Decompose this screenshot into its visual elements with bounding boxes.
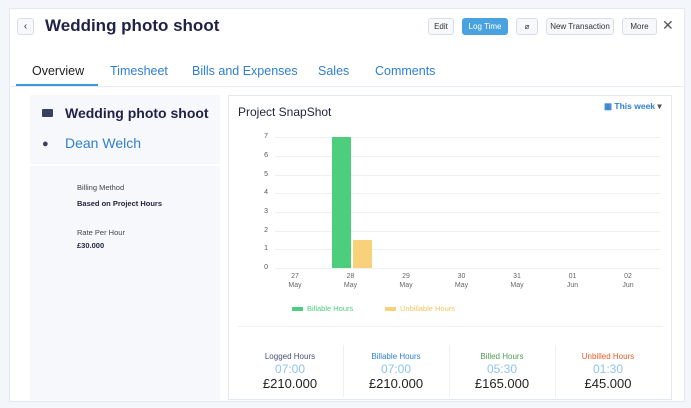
x-tick-month: Jun <box>566 282 579 289</box>
gridline <box>275 268 660 269</box>
x-tick-day: 02 <box>624 273 632 280</box>
stat-amount: £210.000 <box>262 376 318 391</box>
rate-value: £30.000 <box>77 241 105 250</box>
stat-billable-hours: Billable Hours 07:00 £210.000 <box>344 352 448 391</box>
calendar-icon: ▦ <box>604 101 615 111</box>
stat-unbilled-hours: Unbilled Hours 01:30 £45.000 <box>556 352 660 391</box>
stat-amount: £165.000 <box>474 376 530 391</box>
attachment-button[interactable]: ⌀ <box>516 18 538 35</box>
y-tick-label: 2 <box>264 226 268 234</box>
period-selector[interactable]: ▦ This week ▾ <box>604 101 662 112</box>
stat-logged-hours: Logged Hours 07:00 £210.000 <box>238 352 342 391</box>
legend-label: Unbillable Hours <box>400 304 456 313</box>
stat-billed-hours: Billed Hours 05:30 £165.000 <box>450 352 554 391</box>
customer-link[interactable]: Dean Welch <box>65 135 141 151</box>
x-tick-day: 28 <box>346 273 355 280</box>
page-title: Wedding photo shoot <box>45 16 220 35</box>
period-label: This week <box>614 101 656 111</box>
tab-comments[interactable]: Comments <box>375 64 435 78</box>
stat-hours: 01:30 <box>592 362 624 376</box>
y-tick-label: 7 <box>264 133 268 141</box>
x-tick-label: 01 Jun <box>558 272 588 290</box>
tab-timesheet[interactable]: Timesheet <box>110 64 168 78</box>
stat-label: Billable Hours <box>371 352 421 361</box>
billing-method-value: Based on Project Hours <box>77 199 163 208</box>
y-tick-label: 6 <box>264 151 268 159</box>
y-tick-label: 0 <box>264 264 268 271</box>
close-icon[interactable]: ✕ <box>662 17 674 34</box>
bar-unbillable[interactable] <box>352 239 372 268</box>
stat-label: Unbilled Hours <box>581 352 635 361</box>
log-time-button[interactable]: Log Time <box>462 18 508 35</box>
legend-billable: Billable Hours <box>292 304 353 313</box>
stats-divider <box>238 326 663 327</box>
x-tick-month: May <box>510 282 524 289</box>
x-tick-label: 28 May <box>336 272 366 290</box>
y-tick-label: 3 <box>264 207 268 215</box>
stat-separator <box>343 345 344 397</box>
info-divider <box>30 164 220 166</box>
y-tick-label: 4 <box>264 189 268 197</box>
stat-label: Billed Hours <box>480 352 524 361</box>
stat-separator <box>449 345 450 397</box>
legend-unbillable: Unbillable Hours <box>385 304 455 313</box>
edit-button[interactable]: Edit <box>428 18 454 35</box>
x-tick-label: 30 May <box>447 272 477 290</box>
x-tick-month: May <box>454 282 469 289</box>
legend-swatch-billable <box>292 307 303 312</box>
x-tick-month: May <box>288 282 302 289</box>
briefcase-icon <box>42 109 53 117</box>
tab-bills-and-expenses[interactable]: Bills and Expenses <box>192 64 298 78</box>
snapshot-title: Project SnapShot <box>238 105 332 119</box>
bar-billable[interactable] <box>331 137 351 268</box>
rate-label: Rate Per Hour <box>77 228 125 237</box>
x-tick-label: 31 May <box>502 272 532 290</box>
stat-hours: 07:00 <box>380 362 412 376</box>
x-tick-label: 02 Jun <box>613 272 643 290</box>
tab-overview[interactable]: Overview <box>32 64 84 78</box>
y-tick-label: 1 <box>264 245 268 253</box>
x-tick-day: 31 <box>513 273 521 280</box>
back-button[interactable]: ‹ <box>17 18 34 35</box>
legend-swatch-unbillable <box>385 307 396 312</box>
legend-label: Billable Hours <box>307 304 354 313</box>
x-tick-day: 27 <box>291 273 299 280</box>
new-transaction-button[interactable]: New Transaction <box>546 18 614 35</box>
stat-label: Logged Hours <box>264 352 316 361</box>
x-tick-month: Jun <box>622 282 634 289</box>
stat-separator <box>555 345 556 397</box>
stat-amount: £45.000 <box>584 376 632 391</box>
paperclip-icon: ⌀ <box>524 22 530 31</box>
x-tick-day: 29 <box>402 273 410 280</box>
x-tick-month: May <box>343 282 358 289</box>
user-icon: ● <box>42 138 49 150</box>
stat-hours: 05:30 <box>486 362 518 376</box>
caret-down-icon: ▾ <box>655 101 662 111</box>
project-name: Wedding photo shoot <box>65 105 209 121</box>
x-tick-month: May <box>399 282 413 289</box>
x-tick-label: 29 May <box>391 272 421 290</box>
tabs-divider <box>10 86 684 87</box>
billing-method-label: Billing Method <box>77 183 125 192</box>
more-button[interactable]: More <box>622 18 657 35</box>
y-tick-label: 5 <box>264 170 268 178</box>
stat-amount: £210.000 <box>368 376 424 391</box>
x-tick-day: 01 <box>568 273 577 280</box>
x-tick-day: 30 <box>457 273 466 280</box>
tab-sales[interactable]: Sales <box>318 64 349 78</box>
x-tick-label: 27 May <box>280 272 310 290</box>
stat-hours: 07:00 <box>274 362 306 376</box>
